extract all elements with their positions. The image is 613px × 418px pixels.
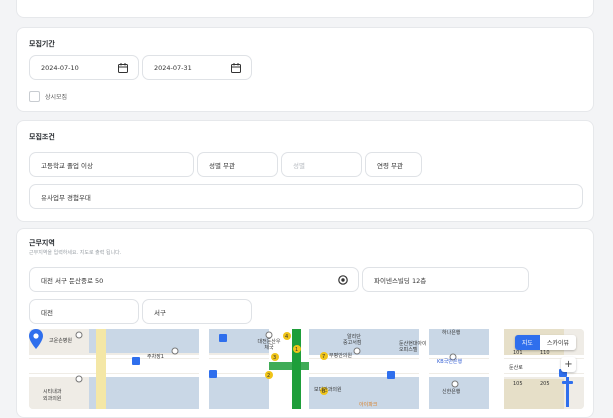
map-label: 시티내과 <box>43 389 62 395</box>
work-area-card: 근무지역 근무지역을 입력하세요. 지도로 출력 됩니다. 대전 서구 둔산중로… <box>16 228 594 418</box>
map-label: 오피스텔 <box>399 347 418 353</box>
map-pin-icon[interactable] <box>29 329 43 349</box>
recruit-period-card: 모집기간 2024-07-10 2024-07-31 상시모집 <box>16 27 594 112</box>
skyview-tab[interactable]: 스카이뷰 <box>539 335 576 350</box>
map-label: 105 <box>513 381 523 387</box>
address-input[interactable]: 대전 서구 둔산중로 50 <box>29 267 359 292</box>
age-select[interactable]: 연령 무관 <box>365 152 422 177</box>
zoom-in-button[interactable]: + <box>561 357 576 372</box>
map-tab[interactable]: 지도 <box>514 335 540 350</box>
map-label: KB국민은행 <box>437 359 463 365</box>
start-date-value: 2024-07-10 <box>41 63 79 72</box>
map-canvas[interactable]: 4 1 3 2 7 8 <box>29 329 584 409</box>
recruit-conditions-card: 모집조건 고등학교 졸업 이상 성별 무관 성별 연령 무관 유사업무 경험우대 <box>16 120 594 222</box>
city-select[interactable]: 대전 <box>29 299 139 324</box>
checkbox-box[interactable] <box>29 91 40 102</box>
map-view[interactable]: 4 1 3 2 7 8 고운손병원 주차장1 대전둔산우체국 부평안의원 보다안… <box>29 329 584 409</box>
work-area-title: 근무지역 <box>29 239 55 247</box>
top-card <box>16 0 594 18</box>
svg-text:4: 4 <box>285 334 288 340</box>
map-label: 아이파크 <box>359 402 378 408</box>
map-label: 하나은행 <box>442 330 461 336</box>
gender-input[interactable]: 성별 <box>281 152 362 177</box>
work-area-hint: 근무지역을 입력하세요. 지도로 출력 됩니다. <box>29 250 122 256</box>
svg-text:3: 3 <box>273 355 276 361</box>
always-recruit-checkbox[interactable]: 상시모집 <box>29 91 67 102</box>
experience-input[interactable]: 유사업무 경험우대 <box>29 184 583 209</box>
district-select[interactable]: 서구 <box>142 299 252 324</box>
map-label: 부평안의원 <box>329 353 353 359</box>
map-label: 대전둔산우체국 <box>257 339 281 351</box>
map-label: 205 <box>540 381 550 387</box>
education-select[interactable]: 고등학교 졸업 이상 <box>29 152 194 177</box>
map-label: 110 <box>540 350 550 356</box>
location-target-icon[interactable] <box>337 274 349 286</box>
end-date-input[interactable]: 2024-07-31 <box>142 55 252 80</box>
map-label: 둔산로 <box>509 365 523 371</box>
map-label: 외과의원 <box>43 396 62 402</box>
address-detail-input[interactable]: 파이넨스빌딩 12층 <box>362 267 529 292</box>
recruit-conditions-title: 모집조건 <box>29 133 55 141</box>
svg-text:2: 2 <box>267 373 270 379</box>
map-label: 주차장1 <box>147 354 164 360</box>
map-type-toggle[interactable]: 지도 스카이뷰 <box>514 335 576 350</box>
start-date-input[interactable]: 2024-07-10 <box>29 55 139 80</box>
map-label: 보다안과의원 <box>314 387 342 393</box>
calendar-icon[interactable] <box>230 62 242 74</box>
svg-text:1: 1 <box>295 347 298 353</box>
map-label: 신한은행 <box>442 389 461 395</box>
calendar-icon[interactable] <box>117 62 129 74</box>
gender-select[interactable]: 성별 무관 <box>197 152 278 177</box>
svg-text:7: 7 <box>322 354 325 360</box>
map-label: 고운손병원 <box>49 338 73 344</box>
map-label: 중고서점 <box>343 340 362 346</box>
always-recruit-label: 상시모집 <box>45 94 68 101</box>
end-date-value: 2024-07-31 <box>154 63 192 72</box>
address-value: 대전 서구 둔산중로 50 <box>41 276 104 285</box>
zoom-slider-handle[interactable] <box>562 381 573 384</box>
recruit-period-title: 모집기간 <box>29 40 55 48</box>
map-label: 101 <box>513 350 523 356</box>
